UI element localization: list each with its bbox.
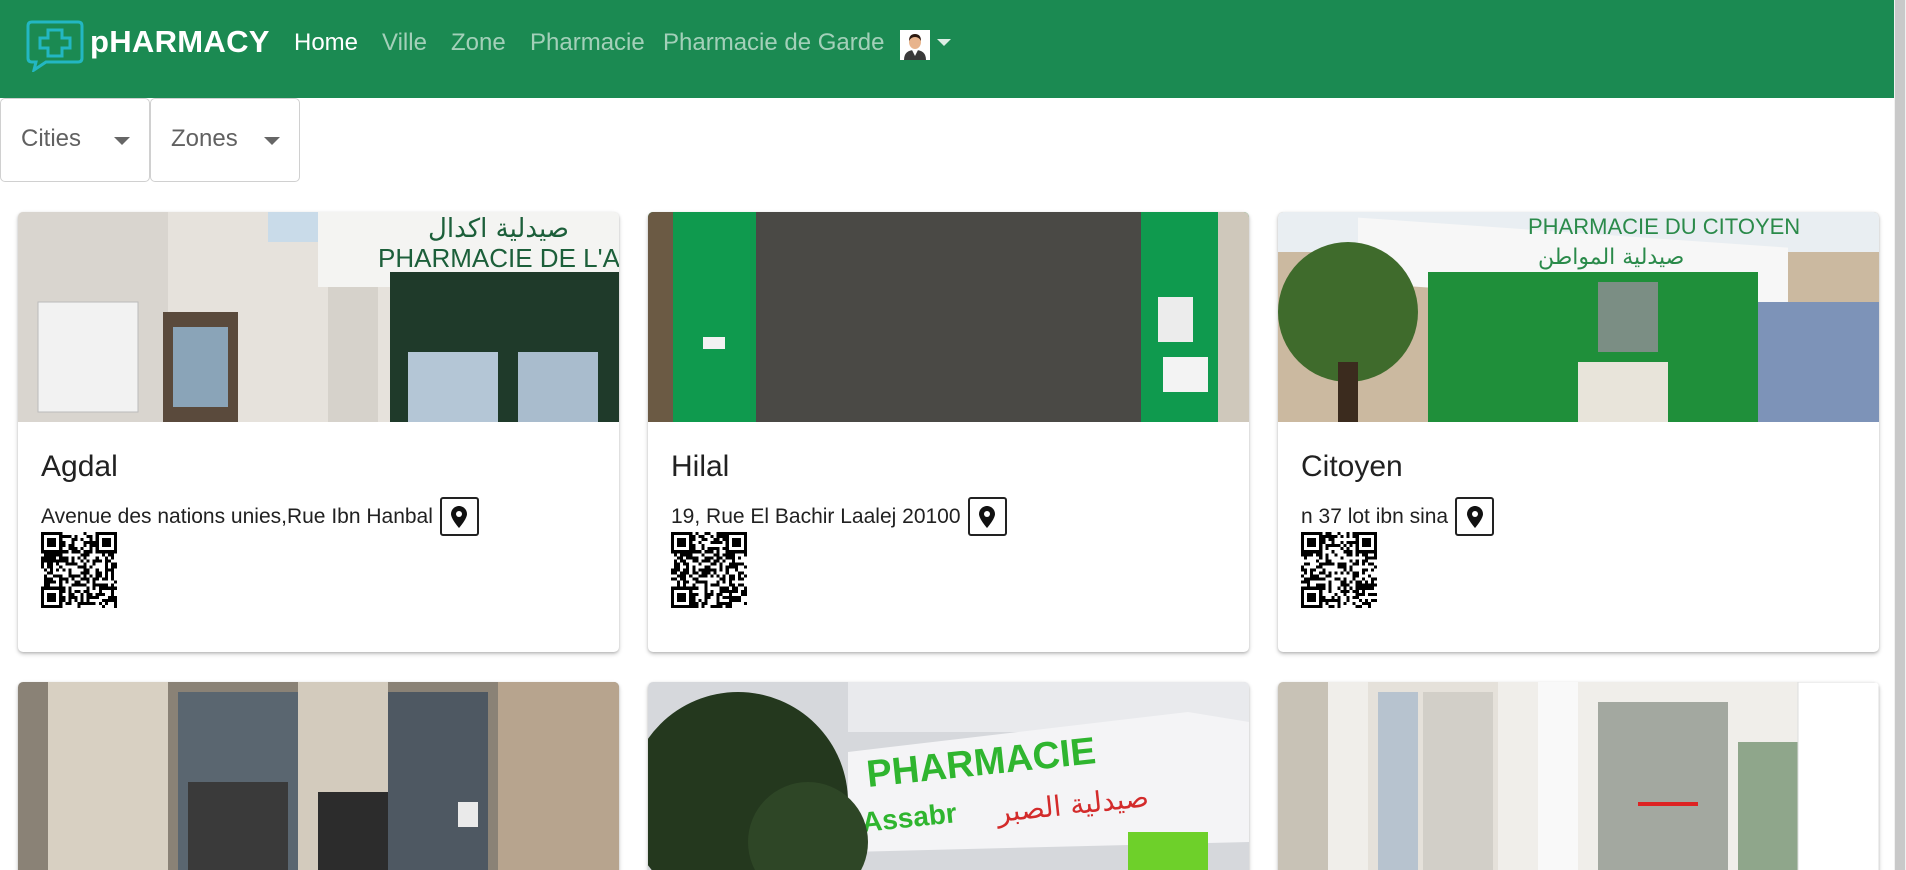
photo-sign-text: PHARMACIE DU CITOYEN [1528, 214, 1800, 239]
cities-select[interactable]: Cities [0, 98, 150, 182]
user-avatar-icon[interactable] [900, 30, 930, 60]
pharmacy-card[interactable]: Hilal 19, Rue El Bachir Laalej 20100 [648, 212, 1249, 652]
pharmacy-card[interactable] [18, 682, 619, 870]
photo-sign-text: PHARMACIE DE L'AGDAL [378, 243, 619, 273]
map-location-button[interactable] [967, 497, 1007, 536]
zones-select[interactable]: Zones [150, 98, 300, 182]
user-menu-caret-icon[interactable] [937, 39, 951, 46]
photo-sign-arabic: صيدلية المواطن [1538, 245, 1684, 270]
nav-ville[interactable]: Ville [382, 29, 427, 57]
brand-name[interactable]: pHARMACY [90, 24, 270, 60]
pharmacy-card[interactable]: PHARMACIE Assabr صيدلية الصبر [648, 682, 1249, 870]
navbar: pHARMACY Home Ville Zone Pharmacie Pharm… [0, 0, 1894, 98]
qr-code [1301, 532, 1377, 608]
address-line: n 37 lot ibn sina [1301, 497, 1495, 536]
chevron-down-icon [264, 137, 280, 145]
pharmacy-address: n 37 lot ibn sina [1301, 504, 1449, 528]
nav-zone[interactable]: Zone [451, 29, 506, 57]
cities-select-label: Cities [21, 125, 82, 152]
pharmacy-card[interactable]: PHARMACIE DU CITOYEN صيدلية المواطن Cito… [1278, 212, 1879, 652]
address-line: Avenue des nations unies,Rue Ibn Hanbal [41, 497, 479, 536]
qr-code [671, 532, 747, 608]
map-pin-icon [1466, 505, 1483, 528]
pharmacy-address: Avenue des nations unies,Rue Ibn Hanbal [41, 504, 433, 528]
map-location-button[interactable] [439, 497, 479, 536]
pharmacy-name: Citoyen [1301, 450, 1403, 483]
qr-code [41, 532, 117, 608]
nav-pharmacie-de-garde[interactable]: Pharmacie de Garde [663, 29, 884, 57]
pharmacy-photo: PHARMACIE DE L'AGDAL صيدلية اكدال [18, 212, 619, 422]
pharmacy-card[interactable] [1278, 682, 1879, 870]
pharmacy-name: Agdal [41, 450, 118, 483]
pharmacy-photo: PHARMACIE Assabr صيدلية الصبر [648, 682, 1249, 870]
zones-select-label: Zones [171, 125, 238, 152]
nav-pharmacie[interactable]: Pharmacie [530, 29, 645, 57]
map-pin-icon [451, 505, 468, 528]
pharmacy-photo [648, 212, 1249, 422]
chevron-down-icon [114, 137, 130, 145]
photo-sign-arabic: صيدلية اكدال [428, 214, 569, 244]
pharmacy-address: 19, Rue El Bachir Laalej 20100 [671, 504, 961, 528]
pharmacy-photo [1278, 682, 1879, 870]
scrollbar-thumb[interactable] [1895, 0, 1905, 870]
pharmacy-name: Hilal [671, 450, 730, 483]
map-pin-icon [979, 505, 996, 528]
address-line: 19, Rue El Bachir Laalej 20100 [671, 497, 1007, 536]
map-location-button[interactable] [1455, 497, 1495, 536]
pharmacy-card[interactable]: PHARMACIE DE L'AGDAL صيدلية اكدال Agdal … [18, 212, 619, 652]
nav-home[interactable]: Home [294, 29, 358, 57]
pharmacy-logo-icon[interactable] [24, 18, 84, 72]
pharmacy-photo [18, 682, 619, 870]
pharmacy-photo: PHARMACIE DU CITOYEN صيدلية المواطن [1278, 212, 1879, 422]
